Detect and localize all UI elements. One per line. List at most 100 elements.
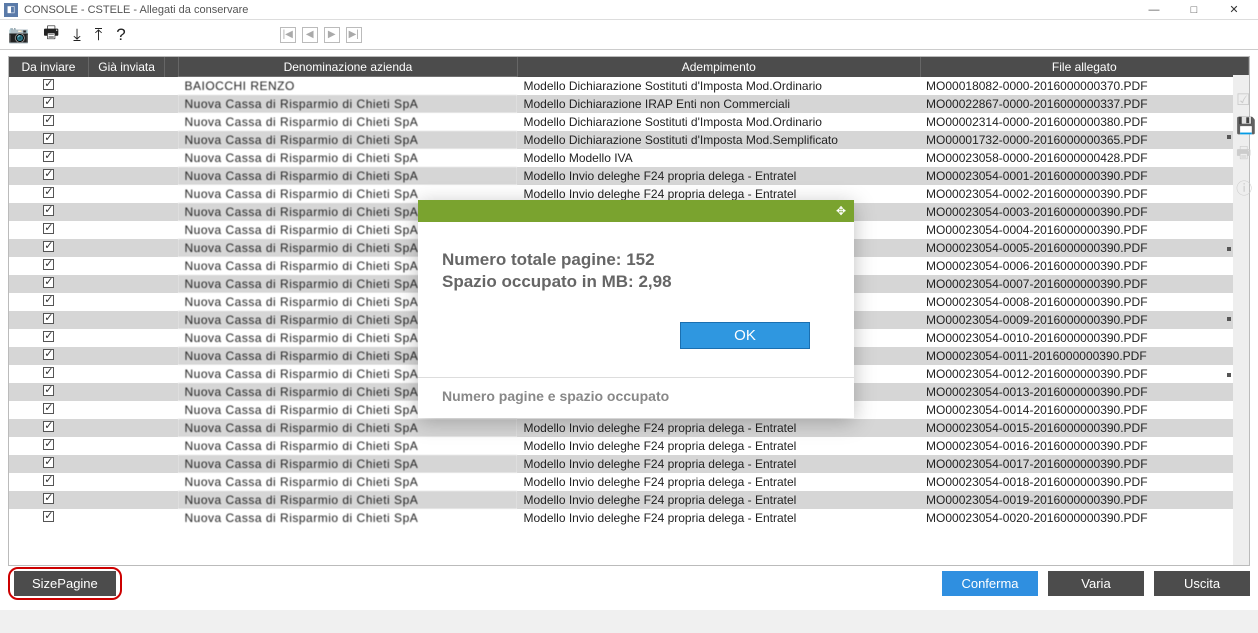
camera-icon[interactable]: 📷 [8, 25, 29, 45]
checkbox-icon[interactable] [43, 115, 54, 126]
checkbox-icon[interactable] [43, 511, 54, 522]
cell-da-inviare[interactable] [9, 455, 88, 473]
col-denominazione[interactable]: Denominazione azienda [178, 57, 517, 77]
table-row[interactable]: Nuova Cassa di Risparmio di Chieti SpAMo… [9, 437, 1249, 455]
cell-da-inviare[interactable] [9, 365, 88, 383]
checkbox-icon[interactable] [43, 295, 54, 306]
cell-gia-inviata[interactable] [88, 77, 164, 95]
checkbox-icon[interactable] [43, 421, 54, 432]
cell-da-inviare[interactable] [9, 347, 88, 365]
cell-gia-inviata[interactable] [88, 401, 164, 419]
nav-first-icon[interactable]: |◀ [280, 27, 296, 43]
cell-gia-inviata[interactable] [88, 149, 164, 167]
expand-icon[interactable]: ✥ [836, 204, 846, 218]
checkbox-icon[interactable] [43, 169, 54, 180]
table-row[interactable]: Nuova Cassa di Risparmio di Chieti SpAMo… [9, 131, 1249, 149]
cell-da-inviare[interactable] [9, 149, 88, 167]
checkbox-icon[interactable] [43, 385, 54, 396]
cell-da-inviare[interactable] [9, 185, 88, 203]
checkbox-icon[interactable] [43, 349, 54, 360]
cell-gia-inviata[interactable] [88, 365, 164, 383]
checkbox-icon[interactable] [43, 241, 54, 252]
cell-gia-inviata[interactable] [88, 455, 164, 473]
checkbox-icon[interactable] [43, 277, 54, 288]
cell-da-inviare[interactable] [9, 77, 88, 95]
save-icon[interactable]: 💾 [1236, 116, 1256, 136]
checkbox-icon[interactable] [43, 439, 54, 450]
col-gia-inviata[interactable]: Già inviata [88, 57, 164, 77]
cell-gia-inviata[interactable] [88, 329, 164, 347]
cell-da-inviare[interactable] [9, 131, 88, 149]
checkbox-icon[interactable] [43, 493, 54, 504]
cell-gia-inviata[interactable] [88, 419, 164, 437]
cell-da-inviare[interactable] [9, 311, 88, 329]
cell-gia-inviata[interactable] [88, 131, 164, 149]
table-row[interactable]: Nuova Cassa di Risparmio di Chieti SpAMo… [9, 509, 1249, 527]
cell-da-inviare[interactable] [9, 167, 88, 185]
cell-da-inviare[interactable] [9, 419, 88, 437]
window-close[interactable]: ✕ [1214, 0, 1254, 20]
checkbox-icon[interactable] [43, 133, 54, 144]
cell-da-inviare[interactable] [9, 113, 88, 131]
cell-da-inviare[interactable] [9, 275, 88, 293]
checkbox-icon[interactable] [43, 403, 54, 414]
col-file-allegato[interactable]: File allegato [920, 57, 1248, 77]
table-row[interactable]: Nuova Cassa di Risparmio di Chieti SpAMo… [9, 419, 1249, 437]
cell-gia-inviata[interactable] [88, 509, 164, 527]
table-row[interactable]: Nuova Cassa di Risparmio di Chieti SpAMo… [9, 491, 1249, 509]
cell-gia-inviata[interactable] [88, 203, 164, 221]
uscita-button[interactable]: Uscita [1154, 571, 1250, 596]
table-row[interactable]: Nuova Cassa di Risparmio di Chieti SpAMo… [9, 149, 1249, 167]
cell-da-inviare[interactable] [9, 491, 88, 509]
window-maximize[interactable]: □ [1174, 0, 1214, 20]
cell-gia-inviata[interactable] [88, 347, 164, 365]
col-da-inviare[interactable]: Da inviare [9, 57, 88, 77]
col-adempimento[interactable]: Adempimento [517, 57, 920, 77]
print-icon[interactable]: 🖶 [43, 20, 59, 49]
cell-gia-inviata[interactable] [88, 185, 164, 203]
cell-da-inviare[interactable] [9, 401, 88, 419]
table-row[interactable]: Nuova Cassa di Risparmio di Chieti SpAMo… [9, 167, 1249, 185]
cell-gia-inviata[interactable] [88, 383, 164, 401]
nav-last-icon[interactable]: ▶| [346, 27, 362, 43]
checkbox-icon[interactable] [43, 205, 54, 216]
window-minimize[interactable]: — [1134, 0, 1174, 20]
upload-icon[interactable]: ⤒ [95, 25, 103, 45]
checkbox-icon[interactable] [43, 79, 54, 90]
cell-da-inviare[interactable] [9, 239, 88, 257]
cell-da-inviare[interactable] [9, 203, 88, 221]
cell-gia-inviata[interactable] [88, 293, 164, 311]
checkbox-icon[interactable] [43, 97, 54, 108]
checkbox-icon[interactable] [43, 331, 54, 342]
cell-gia-inviata[interactable] [88, 95, 164, 113]
export-icon[interactable]: ⤓ [73, 25, 81, 45]
cell-da-inviare[interactable] [9, 95, 88, 113]
cell-gia-inviata[interactable] [88, 221, 164, 239]
cell-da-inviare[interactable] [9, 221, 88, 239]
cell-gia-inviata[interactable] [88, 167, 164, 185]
varia-button[interactable]: Varia [1048, 571, 1144, 596]
table-row[interactable]: Nuova Cassa di Risparmio di Chieti SpAMo… [9, 455, 1249, 473]
cell-gia-inviata[interactable] [88, 311, 164, 329]
cell-da-inviare[interactable] [9, 437, 88, 455]
table-row[interactable]: Nuova Cassa di Risparmio di Chieti SpAMo… [9, 473, 1249, 491]
side-print-icon[interactable]: 🖶 [1236, 142, 1256, 169]
sizepagine-button[interactable]: SizePagine [14, 571, 116, 596]
cell-gia-inviata[interactable] [88, 491, 164, 509]
cell-gia-inviata[interactable] [88, 437, 164, 455]
conferma-button[interactable]: Conferma [942, 571, 1038, 596]
table-row[interactable]: Nuova Cassa di Risparmio di Chieti SpAMo… [9, 95, 1249, 113]
dialog-header[interactable]: ✥ [418, 200, 854, 222]
checkbox-icon[interactable] [43, 457, 54, 468]
cell-da-inviare[interactable] [9, 473, 88, 491]
ok-button[interactable]: OK [680, 322, 810, 349]
checkbox-icon[interactable] [43, 475, 54, 486]
checkbox-icon[interactable] [43, 259, 54, 270]
nav-next-icon[interactable]: ▶ [324, 27, 340, 43]
table-row[interactable]: Nuova Cassa di Risparmio di Chieti SpAMo… [9, 113, 1249, 131]
cell-gia-inviata[interactable] [88, 239, 164, 257]
cell-da-inviare[interactable] [9, 383, 88, 401]
cell-da-inviare[interactable] [9, 293, 88, 311]
cell-da-inviare[interactable] [9, 257, 88, 275]
cell-da-inviare[interactable] [9, 329, 88, 347]
